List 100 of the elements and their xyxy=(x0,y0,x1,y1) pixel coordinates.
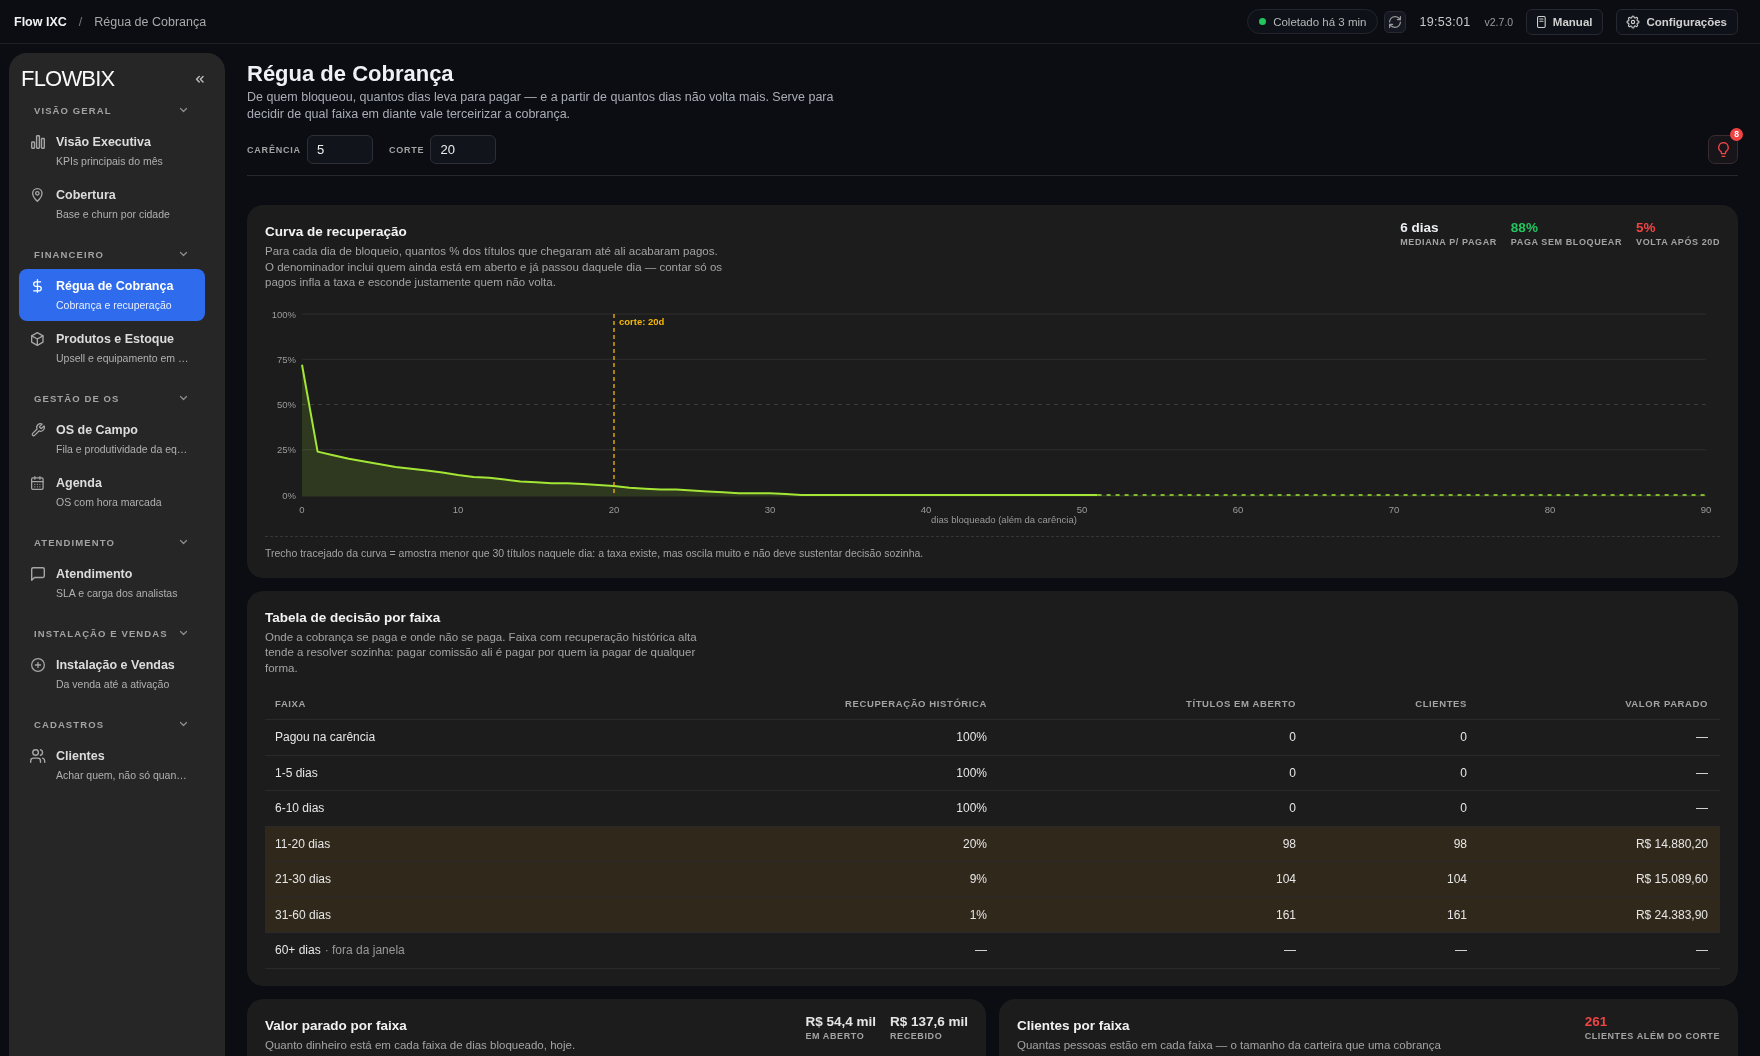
axis-tick-label: 10 xyxy=(452,503,464,515)
card-description: Quantas pessoas estão em cada faixa — o tamanho da carteira que uma cobrança xyxy=(1017,1037,1441,1053)
section-header[interactable]: GESTÃO DE OS xyxy=(19,390,205,406)
chat-bubble-icon xyxy=(30,567,45,581)
document-icon xyxy=(1537,15,1546,28)
dollar-icon xyxy=(33,279,42,293)
status-text: Coletado há 3 min xyxy=(1273,15,1367,28)
card-description: Quanto dinheiro está em cada faixa de dias bloqueado, hoje. xyxy=(265,1037,576,1053)
table-cell-text: 100% xyxy=(955,765,988,780)
notification-badge: 8 xyxy=(1730,128,1743,141)
field-label: CARÊNCIA xyxy=(247,144,301,155)
settings-button[interactable]: Configurações xyxy=(1616,8,1738,35)
calendar-icon xyxy=(31,476,44,490)
axis-tick-label: 30 xyxy=(764,503,776,515)
plus-circle-icon xyxy=(30,658,45,672)
map-pin-icon xyxy=(32,188,43,202)
stat-value: 88% xyxy=(1510,220,1539,236)
card-title: Clientes por faixa xyxy=(1017,1016,1131,1035)
nav-item[interactable]: Régua de Cobrança Cobrança e recuperação xyxy=(19,269,205,321)
collapse-sidebar-button[interactable] xyxy=(196,75,204,83)
section-header[interactable]: INSTALAÇÃO E VENDAS xyxy=(19,625,205,641)
table-cell-text: — xyxy=(1695,943,1709,958)
axis-tick-label: 0 xyxy=(299,503,305,515)
table-cell-text: — xyxy=(1454,943,1468,958)
nav-item[interactable]: Clientes Achar quem, não só quan… xyxy=(19,739,205,791)
stat-label: CLIENTES ALÉM DO CORTE xyxy=(1584,1029,1720,1043)
table-cell-text: 1-5 dias xyxy=(274,765,319,780)
table-cell-text: 6-10 dias xyxy=(274,801,326,816)
axis-tick-label: 40 xyxy=(920,503,932,515)
bar-chart-icon xyxy=(30,135,45,149)
stat-label: MEDIANA P/ PAGAR xyxy=(1400,236,1497,249)
column-header: CLIENTES xyxy=(1414,698,1468,709)
nav-item[interactable]: Cobertura Base e churn por cidade xyxy=(19,178,205,230)
clock-time: 19:53:01 xyxy=(1419,14,1471,29)
axis-tick-label: 75% xyxy=(277,353,296,365)
table-cell-text: 100% xyxy=(955,730,988,745)
table-cell-text: — xyxy=(1695,801,1709,816)
card-title: Tabela de decisão por faixa xyxy=(265,608,442,627)
table-cell: 60+ dias xyxy=(275,943,321,958)
section-header[interactable]: FINANCEIRO xyxy=(19,246,205,262)
nav-item[interactable]: OS de Campo Fila e produtividade da eq… xyxy=(19,413,205,465)
refresh-button[interactable] xyxy=(1384,10,1407,33)
stat-label: EM ABERTO xyxy=(805,1029,866,1043)
table-cell-text: 0 xyxy=(1288,730,1297,745)
nav-item[interactable]: Produtos e Estoque Upsell e equipamento em … xyxy=(19,322,205,374)
table-cell-text: — xyxy=(1283,943,1297,958)
number-field[interactable]: 5 xyxy=(306,135,373,164)
axis-title: dias bloqueado (além da carência) xyxy=(931,513,1077,525)
users-icon xyxy=(29,749,46,763)
stat-value: 5% xyxy=(1636,220,1657,236)
lightbulb-icon xyxy=(1717,142,1729,157)
table-cell-text: 0 xyxy=(1459,765,1468,780)
section-header[interactable]: VISÃO GERAL xyxy=(19,102,205,118)
card-title: Curva de recuperação xyxy=(265,223,408,241)
axis-tick-label: 70 xyxy=(1388,503,1400,515)
manual-button[interactable]: Manual xyxy=(1526,8,1604,35)
table-cell-text: — xyxy=(974,943,988,958)
table-cell-text: 0 xyxy=(1288,801,1297,816)
table-cell-text: 0 xyxy=(1288,765,1297,780)
table-cell-text: — xyxy=(1695,730,1709,745)
version-label: v2.7.0 xyxy=(1484,15,1514,28)
table-cell-text: 0 xyxy=(1459,730,1468,745)
axis-tick-label: 20 xyxy=(608,503,620,515)
chart-footnote: Trecho tracejado da curva = amostra menor que 30 títulos naquele dia: a taxa existe, mas oscila muito e não deve sustentar decisão sozinha. xyxy=(265,535,1720,561)
stat-label: PAGA SEM BLOQUEAR xyxy=(1510,236,1623,249)
column-header: VALOR PARADO xyxy=(1624,698,1709,709)
section-header[interactable]: CADASTROS xyxy=(19,716,205,732)
table-cell-text: Pagou na carência xyxy=(274,730,377,745)
stat-value: 6 dias xyxy=(1400,220,1440,236)
wrench-icon xyxy=(30,423,45,437)
axis-tick-label: 50% xyxy=(277,398,296,410)
column-header: FAIXA xyxy=(274,698,307,709)
nav-item[interactable]: Atendimento SLA e carga dos analistas xyxy=(19,557,205,609)
card-description: Para cada dia de bloqueio, quantos % dos títulos que chegaram até ali acabaram pagos. O denominador inclui quem ainda está em aberto e já passou daquele dia — contar só os pagos infla a taxa e esconde justamente quem não volta. xyxy=(265,244,724,290)
table-cell-text: R$ 14.880,20 xyxy=(1634,836,1709,851)
axis-tick-label: 60 xyxy=(1232,503,1244,515)
table-cell-text: R$ 15.089,60 xyxy=(1634,872,1709,887)
stat-label: RECEBIDO xyxy=(889,1029,944,1043)
table-cell-text: 161 xyxy=(1274,907,1297,922)
logo: FLOWBIX xyxy=(21,66,115,92)
cell-note: · fora da janela xyxy=(324,943,405,958)
cube-icon xyxy=(31,332,44,346)
stat-value: 261 xyxy=(1584,1013,1609,1030)
axis-tick-label: 0% xyxy=(282,489,296,500)
insights-button[interactable] xyxy=(1708,135,1738,164)
nav-item[interactable]: Agenda OS com hora marcada xyxy=(19,466,205,518)
cutoff-label: corte: 20d xyxy=(619,315,665,326)
page-description: De quem bloqueou, quantos dias leva para pagar — e a partir de quantos dias não volta mais. Serve para decidir de qual faixa em diante vale terceirizar a cobrança. xyxy=(247,89,835,123)
breadcrumb-link[interactable]: Flow IXC xyxy=(14,14,67,29)
table-cell-text: 104 xyxy=(1274,872,1297,887)
section-header[interactable]: ATENDIMENTO xyxy=(19,534,205,550)
table-cell-text: 161 xyxy=(1445,907,1468,922)
axis-tick-label: 25% xyxy=(277,443,296,455)
card-description: Onde a cobrança se paga e onde não se paga. Faixa com recuperação histórica alta tende a resolver sozinha: pagar comissão ali é pagar por quem ia pagar de qualquer forma. xyxy=(265,629,698,676)
table-cell-text: 98 xyxy=(1452,836,1468,851)
number-field[interactable]: 20 xyxy=(430,135,497,164)
column-header: TÍTULOS EM ABERTO xyxy=(1185,698,1297,709)
nav-item[interactable]: Visão Executiva KPIs principais do mês xyxy=(19,125,205,177)
nav-item[interactable]: Instalação e Vendas Da venda até a ativação xyxy=(19,648,205,700)
axis-tick-label: 80 xyxy=(1544,503,1556,515)
